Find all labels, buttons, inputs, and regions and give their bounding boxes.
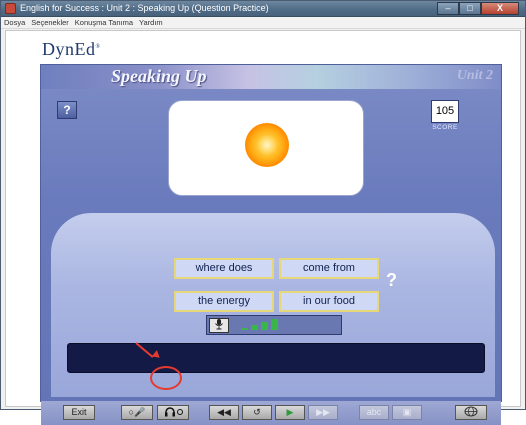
voice-level-bar [261, 322, 268, 330]
help-button[interactable]: ? [57, 101, 77, 119]
title-bar[interactable]: English for Success : Unit 2 : Speaking … [1, 1, 525, 17]
client-area: DynEd® Speaking Up Unit 2 ? 105 SCORE wh… [5, 30, 521, 425]
app-icon [5, 3, 16, 14]
play-button[interactable]: ▶ [275, 405, 305, 420]
abc-button[interactable]: abc [359, 405, 389, 420]
voice-record-bar [206, 315, 342, 335]
phrase-where-does[interactable]: where does [174, 258, 274, 279]
picture-frame [168, 100, 364, 196]
repeat-icon: ↺ [253, 407, 261, 417]
menu-konusma-tanima[interactable]: Konuşma Tanıma [75, 17, 133, 28]
sun-image [245, 123, 289, 167]
globe-button[interactable] [455, 405, 487, 420]
phrase-the-energy[interactable]: the energy [174, 291, 274, 312]
exit-button[interactable]: Exit [63, 405, 95, 420]
record-icon: ▣ [402, 407, 412, 417]
phrase-in-our-food[interactable]: in our food [279, 291, 379, 312]
answer-display [67, 343, 485, 373]
voice-level-bar [241, 328, 248, 330]
unit-label: Unit 2 [456, 68, 493, 83]
fast-forward-button[interactable]: ▶▶ [308, 405, 338, 420]
play-icon: ▶ [286, 407, 294, 417]
lesson-banner: Speaking Up Unit 2 [41, 65, 501, 89]
fast-forward-icon: ▶▶ [316, 407, 330, 417]
record-button[interactable]: ▣ [392, 405, 422, 420]
rewind-icon: ◀◀ [217, 407, 231, 417]
voice-level-bar [251, 325, 258, 330]
dyned-logo: DynEd® [42, 39, 101, 59]
score-value: 105 [435, 105, 455, 117]
menu-yardim[interactable]: Yardım [139, 17, 163, 28]
headphones-button[interactable] [157, 405, 189, 420]
rewind-button[interactable]: ◀◀ [209, 405, 239, 420]
annotation-highlight-circle [150, 366, 182, 390]
phrase-come-from[interactable]: come from [279, 258, 379, 279]
window-title: English for Success : Unit 2 : Speaking … [20, 3, 269, 13]
score-label: SCORE [432, 124, 458, 131]
close-button[interactable]: X [481, 2, 519, 15]
app-window: English for Success : Unit 2 : Speaking … [0, 0, 526, 425]
abc-icon: abc [366, 407, 382, 417]
menu-secenekler[interactable]: Seçenekler [31, 17, 69, 28]
question-mark: ? [386, 270, 397, 290]
microphone-icon [215, 319, 223, 330]
globe-icon [464, 406, 478, 417]
window-controls: – □ X [437, 2, 519, 15]
menu-dosya[interactable]: Dosya [4, 17, 25, 28]
microphone-button[interactable] [209, 318, 229, 333]
lesson-title: Speaking Up [111, 66, 207, 86]
menu-bar: Dosya Seçenekler Konuşma Tanıma Yardım [1, 17, 525, 29]
score-box: 105 [431, 100, 459, 123]
minimize-button[interactable]: – [437, 2, 459, 15]
voice-level-bar [271, 319, 278, 330]
lesson-stage: Speaking Up Unit 2 ? 105 SCORE where doe… [40, 64, 502, 425]
sun-core [257, 135, 277, 155]
bottom-toolbar: Exit ○🎤 ◀◀ ↺ ▶ ▶▶ abc ▣ [41, 401, 501, 425]
maximize-button[interactable]: □ [459, 2, 481, 15]
headphones-icon [165, 407, 183, 417]
mic-toggle-icon: ○🎤 [128, 407, 146, 417]
repeat-button[interactable]: ↺ [242, 405, 272, 420]
mic-toggle-button[interactable]: ○🎤 [121, 405, 153, 420]
